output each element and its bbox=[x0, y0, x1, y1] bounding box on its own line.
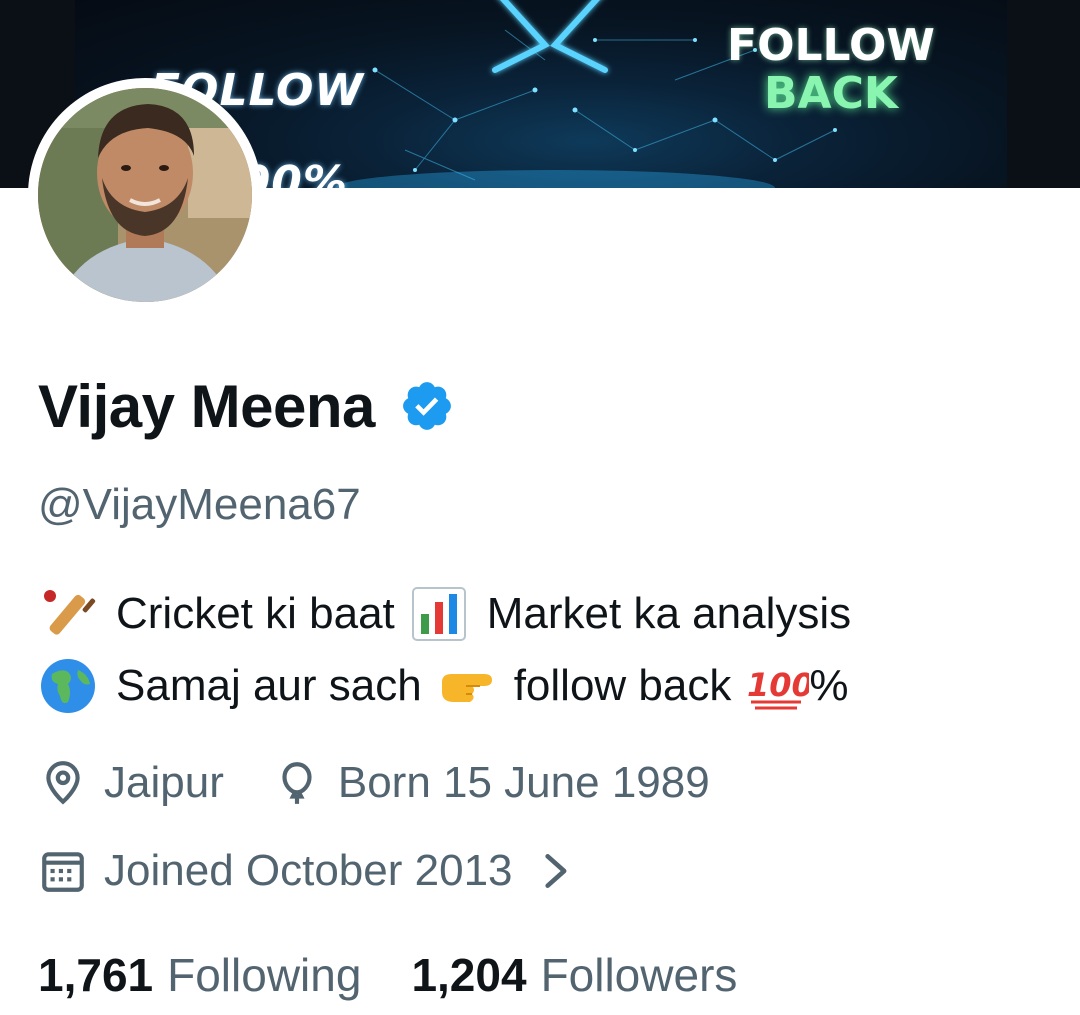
banner-right-line2: BACK bbox=[764, 68, 898, 119]
joined-text: Joined October 2013 bbox=[104, 846, 513, 895]
location-text: Jaipur bbox=[104, 758, 224, 807]
profile-joined[interactable]: Joined October 2013 bbox=[38, 846, 575, 896]
following-link[interactable]: 1,761 Following bbox=[38, 948, 361, 1002]
verified-badge-icon[interactable] bbox=[399, 378, 455, 434]
name-row: Vijay Meena bbox=[38, 366, 455, 446]
pointing-hand-icon bbox=[441, 674, 492, 702]
chevron-right-icon[interactable] bbox=[535, 849, 575, 893]
location-pin-icon bbox=[46, 761, 80, 805]
profile-meta-row-1: Jaipur Born 15 June 1989 bbox=[38, 758, 758, 808]
avatar-photo bbox=[38, 88, 252, 302]
cricket-bat-icon bbox=[44, 590, 96, 635]
followers-label: Followers bbox=[540, 949, 738, 1001]
profile-bio: Cricket ki baat Market ka analysis Samaj… bbox=[38, 578, 1058, 722]
globe-icon bbox=[41, 659, 95, 713]
display-name: Vijay Meena bbox=[38, 372, 375, 440]
following-count: 1,761 bbox=[38, 949, 154, 1001]
hundred-points-icon: 100 bbox=[747, 666, 809, 710]
profile-meta-row-2[interactable]: Joined October 2013 bbox=[38, 846, 575, 896]
bio-text-market: Market ka analysis bbox=[486, 589, 852, 638]
bar-chart-icon bbox=[411, 587, 466, 641]
user-handle: @VijayMeena67 bbox=[38, 480, 361, 529]
calendar-icon bbox=[42, 852, 84, 892]
profile-avatar[interactable] bbox=[28, 78, 262, 312]
followers-count: 1,204 bbox=[411, 949, 527, 1001]
balloon-icon bbox=[282, 762, 312, 804]
bio-text-percent: % bbox=[809, 661, 849, 710]
profile-birthday: Born 15 June 1989 bbox=[272, 758, 710, 808]
banner-right-line1: FOLLOW bbox=[727, 20, 935, 71]
followers-link[interactable]: 1,204 Followers bbox=[411, 948, 737, 1002]
banner-follow-back-text: FOLLOW BACK bbox=[706, 22, 956, 118]
bio-text-samaj: Samaj aur sach bbox=[116, 661, 422, 710]
following-label: Following bbox=[167, 949, 362, 1001]
bio-line-2: Samaj aur sach follow back 100 % bbox=[38, 650, 1058, 722]
profile-location: Jaipur bbox=[38, 758, 224, 808]
bio-text-follow-back: follow back bbox=[513, 661, 732, 710]
bio-line-1: Cricket ki baat Market ka analysis bbox=[38, 578, 1058, 650]
svg-text:100: 100 bbox=[747, 666, 809, 704]
follow-stats: 1,761 Following 1,204 Followers bbox=[38, 948, 787, 1002]
birthday-text: Born 15 June 1989 bbox=[337, 758, 710, 807]
bio-text-cricket: Cricket ki baat bbox=[116, 589, 395, 638]
